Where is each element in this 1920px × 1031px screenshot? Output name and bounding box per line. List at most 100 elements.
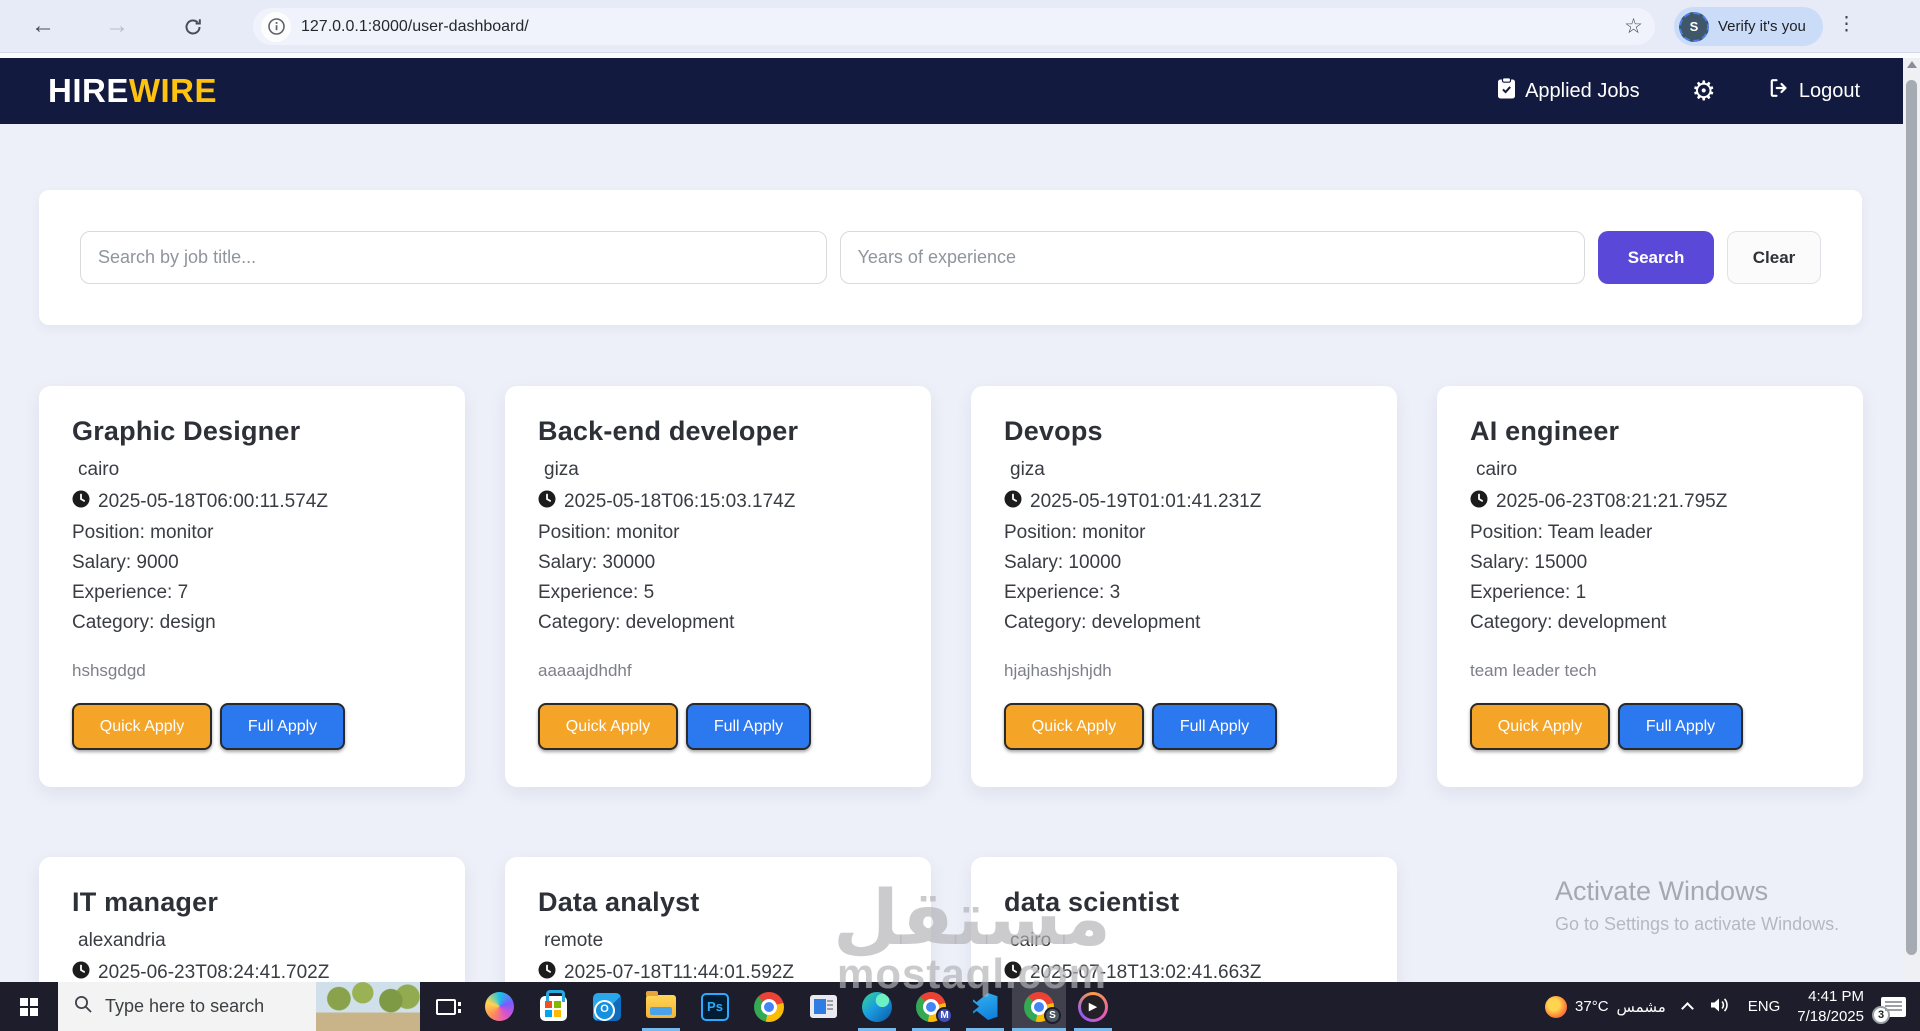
forward-arrow-icon[interactable]: → [105, 12, 129, 40]
taskbar-app-edge[interactable] [850, 982, 904, 1031]
gmail-profile-badge: M [936, 1007, 953, 1024]
search-button[interactable]: Search [1598, 231, 1715, 284]
job-location: remote [544, 930, 604, 951]
taskbar-app-file-explorer[interactable] [634, 982, 688, 1031]
speaker-icon[interactable] [1709, 996, 1731, 1018]
weather-condition-label: مشمس [1616, 997, 1666, 1016]
job-experience: Experience: 3 [1004, 582, 1121, 603]
full-apply-button[interactable]: Full Apply [220, 703, 345, 750]
file-explorer-icon [646, 991, 676, 1018]
job-card: AI engineer cairo 2025-06-23T08:21:21.79… [1437, 386, 1863, 787]
job-title: Data analyst [538, 887, 700, 917]
taskbar-app-chrome[interactable] [742, 982, 796, 1031]
job-position: Position: Team leader [1470, 522, 1653, 543]
job-category: Category: development [1470, 612, 1667, 633]
job-salary: Salary: 9000 [72, 552, 179, 573]
taskbar-search-placeholder: Type here to search [105, 996, 265, 1016]
job-location: alexandria [78, 930, 166, 951]
taskbar-app-store[interactable] [526, 982, 580, 1031]
brand-logo[interactable]: HIREWIRE [48, 72, 217, 110]
language-indicator[interactable]: ENG [1748, 998, 1781, 1015]
job-title-search-input[interactable] [80, 231, 827, 284]
job-location: cairo [78, 459, 120, 480]
quick-apply-button[interactable]: Quick Apply [1470, 703, 1610, 750]
quick-apply-button[interactable]: Quick Apply [1004, 703, 1144, 750]
taskbar-app-widgets[interactable] [796, 982, 850, 1031]
job-card: Devops giza 2025-05-19T01:01:41.231Z Pos… [971, 386, 1397, 787]
clock-icon [72, 961, 90, 984]
task-view-button[interactable] [420, 982, 472, 1031]
taskbar-app-vscode[interactable] [958, 982, 1012, 1031]
search-icon [73, 994, 93, 1019]
system-tray: 37°C مشمس ENG 4:41 PM 7/18/2025 3 [1545, 982, 1920, 1031]
job-posted: 2025-06-23T08:24:41.702Z [98, 961, 330, 983]
job-title: Devops [1004, 416, 1103, 446]
search-highlight-image[interactable] [316, 982, 420, 1031]
play-icon: ▶ [1081, 994, 1105, 1019]
clock-widget[interactable]: 4:41 PM 7/18/2025 [1797, 987, 1864, 1026]
job-experience: Experience: 1 [1470, 582, 1587, 603]
site-navbar: HIREWIRE Applied Jobs ⚙ Logout [0, 58, 1920, 124]
tray-chevron-up-icon[interactable] [1680, 1002, 1694, 1015]
job-experience: Experience: 5 [538, 582, 655, 603]
tray-time: 4:41 PM [1808, 988, 1864, 1005]
search-panel: Search Clear [39, 190, 1862, 325]
full-apply-button[interactable]: Full Apply [1152, 703, 1277, 750]
taskbar-app-photoshop[interactable]: Ps [688, 982, 742, 1031]
photoshop-icon: Ps [701, 992, 729, 1021]
address-bar[interactable]: 127.0.0.1:8000/user-dashboard/ ☆ [253, 8, 1655, 45]
applied-jobs-link[interactable]: Applied Jobs [1497, 77, 1640, 105]
copilot-icon [484, 992, 514, 1021]
url-text: 127.0.0.1:8000/user-dashboard/ [301, 17, 529, 35]
activate-subtitle: Go to Settings to activate Windows. [1555, 914, 1840, 934]
job-title: data scientist [1004, 887, 1180, 917]
job-position: Position: monitor [72, 522, 214, 543]
notification-center-icon[interactable]: 3 [1872, 996, 1906, 1024]
job-salary: Salary: 30000 [538, 552, 656, 573]
weather-widget[interactable]: 37°C مشمس [1545, 995, 1666, 1018]
settings-gear-icon[interactable]: ⚙ [1692, 78, 1716, 105]
logout-icon [1768, 77, 1790, 105]
widgets-icon [809, 995, 837, 1018]
taskbar-app-media-player[interactable]: ▶ [1066, 982, 1120, 1031]
job-posted: 2025-06-23T08:21:21.795Z [1496, 490, 1728, 512]
page-top-gap [0, 53, 1920, 58]
logo-hire: HIRE [48, 72, 129, 109]
scrollbar-thumb[interactable] [1906, 80, 1917, 955]
logout-link[interactable]: Logout [1768, 77, 1860, 105]
taskbar-search-box[interactable]: Type here to search [58, 982, 420, 1031]
taskbar-app-chrome-profile[interactable]: S [1012, 982, 1066, 1031]
job-description: hjajhashjshjdh [1004, 661, 1112, 680]
job-card: Graphic Designer cairo 2025-05-18T06:00:… [39, 386, 465, 787]
browser-menu-icon[interactable]: ⋮ [1837, 13, 1856, 36]
quick-apply-button[interactable]: Quick Apply [72, 703, 212, 750]
tray-date: 7/18/2025 [1797, 1007, 1864, 1025]
job-category: Category: development [538, 612, 735, 633]
full-apply-button[interactable]: Full Apply [686, 703, 811, 750]
taskbar-app-chrome-gmail[interactable]: M [904, 982, 958, 1031]
taskbar-apps: Ps M S ▶ [472, 982, 1120, 1031]
refresh-icon[interactable] [183, 16, 203, 44]
back-arrow-icon[interactable]: ← [31, 12, 55, 40]
scrollbar-track[interactable] [1903, 53, 1920, 982]
chrome-icon [754, 991, 784, 1022]
job-position: Position: monitor [1004, 522, 1146, 543]
job-posted-line: 2025-07-18T13:02:41.663Z [1004, 961, 1364, 984]
clock-icon [1470, 490, 1488, 513]
quick-apply-button[interactable]: Quick Apply [538, 703, 678, 750]
microsoft-store-icon [539, 990, 567, 1021]
job-title: Graphic Designer [72, 416, 301, 446]
verify-profile-button[interactable]: S Verify it's you [1674, 7, 1823, 46]
job-location: cairo [1010, 930, 1052, 951]
clear-button[interactable]: Clear [1727, 231, 1821, 284]
site-info-icon[interactable] [261, 11, 291, 42]
taskbar-app-copilot[interactable] [472, 982, 526, 1031]
taskbar-app-outlook[interactable] [580, 982, 634, 1031]
job-description: hshsgdgd [72, 661, 146, 680]
scrollbar-up-arrow-icon[interactable] [1906, 61, 1917, 68]
full-apply-button[interactable]: Full Apply [1618, 703, 1743, 750]
bookmark-star-icon[interactable]: ☆ [1624, 14, 1643, 39]
start-button[interactable] [0, 982, 58, 1031]
job-posted-line: 2025-05-19T01:01:41.231Z [1004, 490, 1364, 513]
experience-search-input[interactable] [839, 231, 1586, 284]
